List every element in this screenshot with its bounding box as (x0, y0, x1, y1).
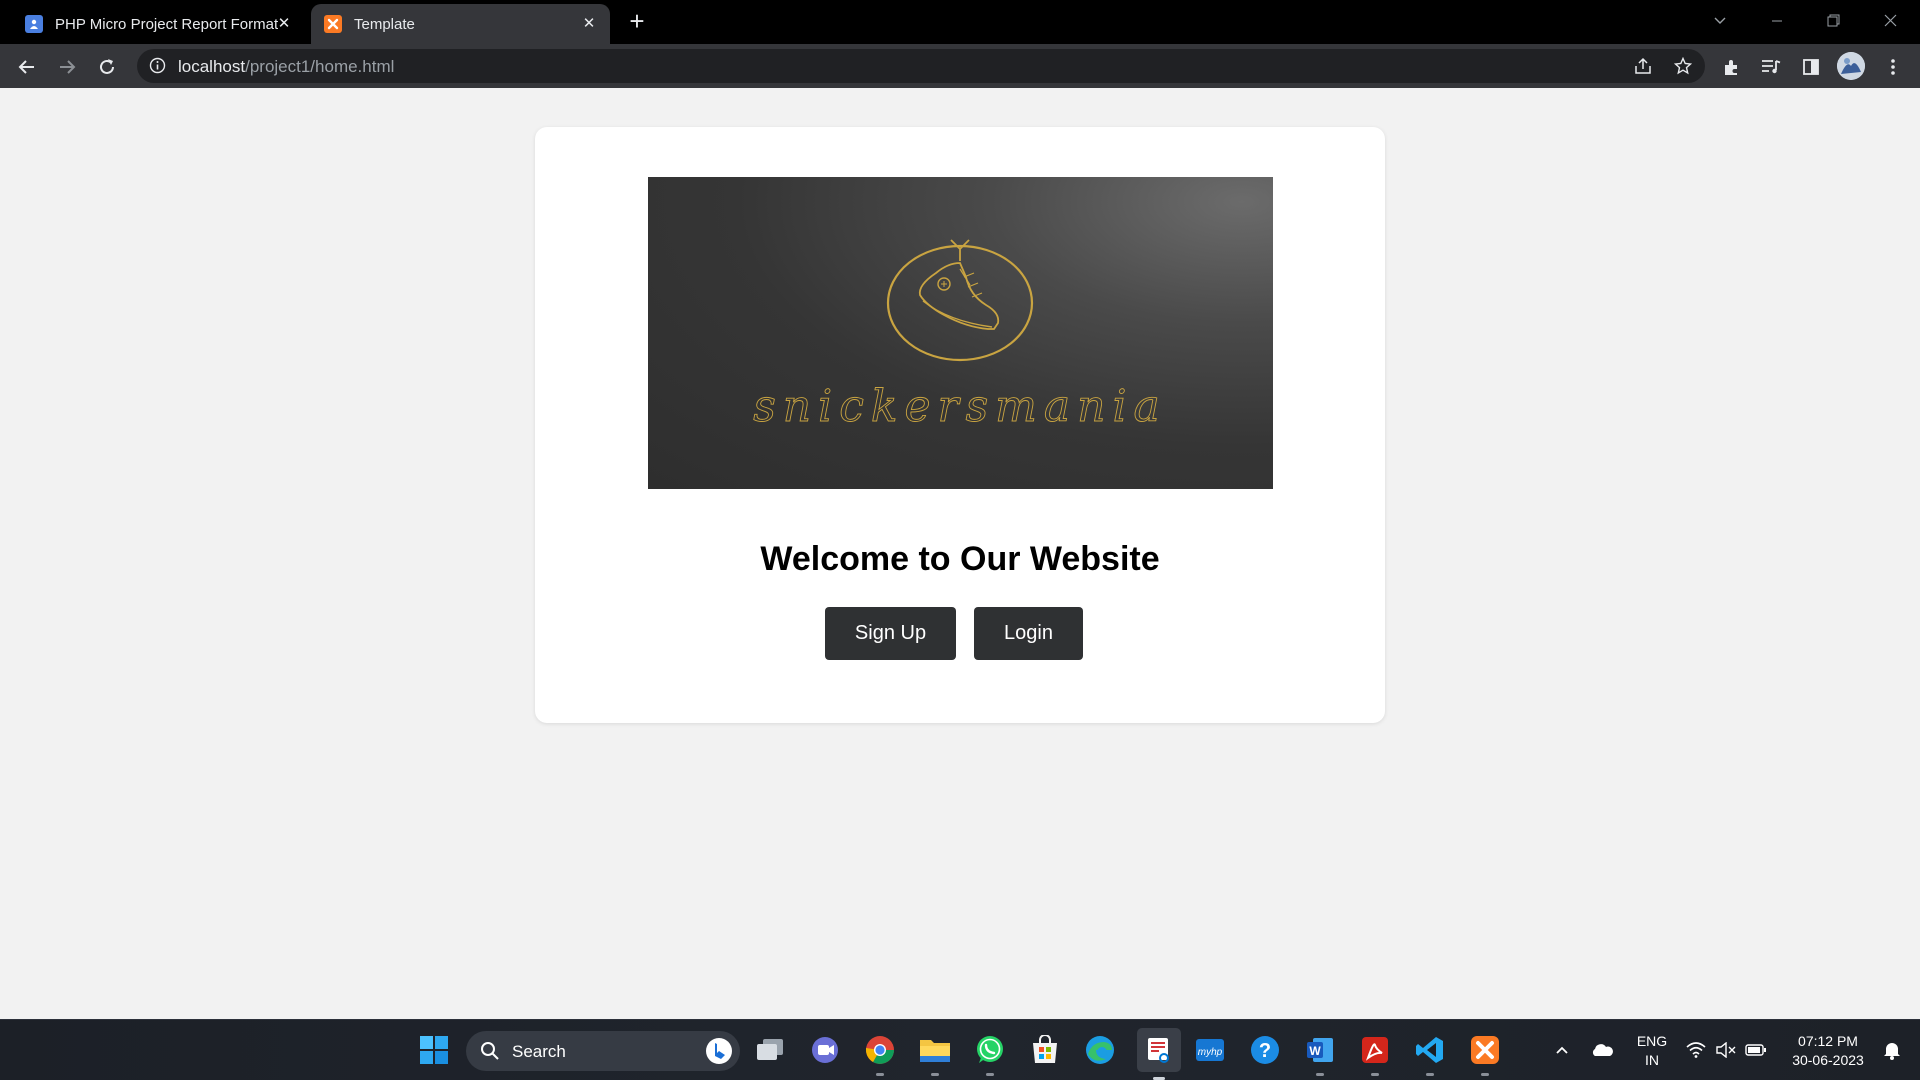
browser-tab-bar: PHP Micro Project Report Format ✕ Templa… (0, 0, 1920, 44)
logo-wordmark: snickersmania (753, 381, 1167, 432)
teams-chat-icon[interactable] (807, 1032, 843, 1068)
edge-icon[interactable] (1082, 1032, 1118, 1068)
running-indicator (1481, 1073, 1489, 1076)
chrome-menu-icon[interactable] (1880, 54, 1906, 80)
profile-avatar[interactable] (1837, 52, 1865, 80)
acrobat-icon[interactable] (1357, 1032, 1393, 1076)
chrome-icon[interactable] (862, 1032, 898, 1076)
signup-button[interactable]: Sign Up (825, 607, 956, 660)
restore-icon[interactable] (1813, 6, 1853, 36)
tab-template[interactable]: Template ✕ (311, 4, 610, 44)
windows-taskbar: Search myhp ? W ENG IN 07:12 PM 30-06-20… (0, 1019, 1920, 1080)
running-indicator (931, 1073, 939, 1076)
chevron-up-icon[interactable] (1544, 1032, 1580, 1068)
url-path: /project1/home.html (245, 57, 395, 76)
taskbar-search-box[interactable]: Search (466, 1031, 740, 1071)
wifi-icon[interactable] (1680, 1032, 1712, 1068)
media-queue-icon[interactable] (1758, 54, 1784, 80)
clock-time: 07:12 PM (1798, 1033, 1858, 1049)
back-icon[interactable] (13, 53, 41, 81)
tab-title: Template (354, 15, 415, 33)
forward-icon[interactable] (53, 53, 81, 81)
logo-lace-bow (950, 239, 970, 261)
onedrive-cloud-icon[interactable] (1584, 1032, 1620, 1068)
running-indicator (1426, 1073, 1434, 1076)
side-panel-icon[interactable] (1798, 54, 1824, 80)
url-text: localhost/project1/home.html (178, 57, 394, 77)
battery-icon[interactable] (1740, 1032, 1772, 1068)
tab-title: PHP Micro Project Report Format (55, 15, 279, 33)
extensions-icon[interactable] (1718, 54, 1744, 80)
bing-icon[interactable] (706, 1038, 732, 1064)
whatsapp-icon[interactable] (972, 1032, 1008, 1076)
running-indicator (1371, 1073, 1379, 1076)
running-indicator (1316, 1073, 1324, 1076)
svg-text:?: ? (1259, 1040, 1271, 1062)
login-button[interactable]: Login (974, 607, 1083, 660)
welcome-card: snickersmania Welcome to Our Website Sig… (535, 127, 1385, 723)
get-help-icon[interactable]: ? (1247, 1032, 1283, 1068)
close-tab-icon[interactable]: ✕ (275, 15, 293, 33)
task-view-icon[interactable] (752, 1032, 788, 1068)
language-indicator[interactable]: ENG IN (1630, 1032, 1674, 1070)
file-explorer-icon[interactable] (917, 1032, 953, 1076)
clock-date: 30-06-2023 (1792, 1052, 1864, 1068)
page-viewport: snickersmania Welcome to Our Website Sig… (0, 88, 1920, 1019)
snickersmania-logo: snickersmania (753, 239, 1167, 432)
xampp-taskbar-icon[interactable] (1467, 1032, 1503, 1076)
search-label: Search (512, 1042, 566, 1061)
share-icon[interactable] (1630, 53, 1656, 79)
url-host: localhost (178, 57, 246, 76)
page-title: Welcome to Our Website (760, 540, 1160, 578)
close-tab-icon[interactable]: ✕ (580, 15, 598, 33)
new-tab-button[interactable]: + (624, 8, 650, 35)
snipping-tool-icon[interactable] (1137, 1028, 1181, 1080)
svg-text:W: W (1309, 1044, 1321, 1058)
myhp-icon[interactable]: myhp (1192, 1032, 1228, 1068)
word-icon[interactable]: W (1302, 1032, 1338, 1076)
running-indicator (876, 1073, 884, 1076)
volume-muted-icon[interactable] (1710, 1032, 1742, 1068)
hero-banner: snickersmania (648, 177, 1273, 489)
notifications-bell-icon[interactable] (1876, 1032, 1908, 1068)
site-info-icon[interactable] (149, 57, 166, 79)
tab-search-icon[interactable] (1700, 6, 1740, 36)
start-windows-icon[interactable] (416, 1032, 452, 1068)
bookmark-star-icon[interactable] (1670, 53, 1696, 79)
browser-toolbar: localhost/project1/home.html (0, 44, 1920, 88)
xampp-icon (324, 15, 342, 33)
search-icon (480, 1041, 500, 1066)
running-indicator (986, 1073, 994, 1076)
language-line1: ENG (1636, 1033, 1668, 1049)
clock[interactable]: 07:12 PM 30-06-2023 (1780, 1032, 1876, 1070)
reload-icon[interactable] (93, 53, 121, 81)
address-bar[interactable]: localhost/project1/home.html (137, 49, 1705, 83)
minimize-icon[interactable] (1757, 6, 1797, 36)
google-docs-icon (25, 15, 43, 33)
vs-code-icon[interactable] (1412, 1032, 1448, 1076)
tab-php-report[interactable]: PHP Micro Project Report Format ✕ (13, 4, 305, 44)
language-line2: IN (1645, 1052, 1659, 1068)
close-window-icon[interactable] (1870, 6, 1910, 36)
svg-text:myhp: myhp (1198, 1047, 1223, 1058)
microsoft-store-icon[interactable] (1027, 1032, 1063, 1068)
